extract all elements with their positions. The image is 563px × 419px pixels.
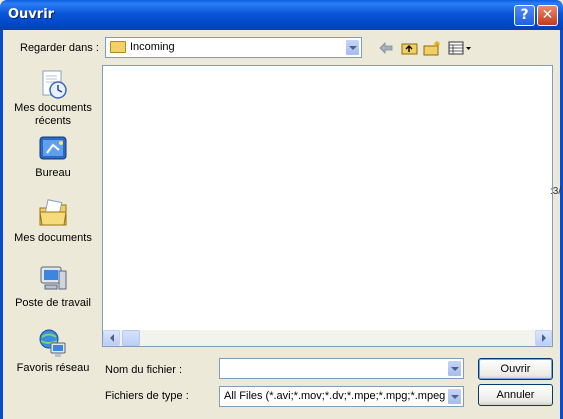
scroll-right-button[interactable] — [535, 330, 552, 346]
horizontal-scrollbar[interactable] — [103, 330, 552, 346]
filetype-dropdown-button[interactable] — [447, 388, 462, 405]
open-button[interactable]: Ouvrir — [478, 358, 553, 380]
window-frame-left — [0, 30, 3, 419]
my-computer-icon — [37, 263, 69, 295]
filename-input[interactable] — [219, 358, 464, 379]
place-recent[interactable]: Mes documents récents — [8, 68, 98, 128]
my-documents-icon — [37, 198, 69, 230]
chevron-left-icon — [109, 334, 114, 342]
window-title: Ouvrir — [8, 7, 55, 22]
place-network[interactable]: Favoris réseau — [8, 328, 98, 375]
place-mydocs[interactable]: Mes documents — [8, 198, 98, 245]
place-desktop[interactable]: Bureau — [8, 133, 98, 180]
place-network-label: Favoris réseau — [16, 362, 90, 374]
help-button[interactable]: ? — [514, 5, 535, 26]
filename-dropdown-button[interactable] — [447, 360, 462, 377]
clipped-side-text: :3/ — [550, 186, 562, 197]
filetype-value: All Files (*.avi;*.mov;*.dv;*.mpe;*.mpg;… — [224, 390, 445, 402]
folder-icon — [110, 41, 126, 53]
filetype-label: Fichiers de type : — [105, 390, 189, 402]
desktop-icon — [37, 133, 69, 165]
place-desktop-label: Bureau — [35, 167, 71, 179]
filename-label: Nom du fichier : — [105, 364, 183, 376]
close-button[interactable]: ✕ — [537, 5, 558, 26]
chevron-down-icon — [348, 45, 357, 50]
chevron-down-icon — [450, 366, 459, 371]
place-recent-label-2: récents — [34, 115, 72, 127]
view-menu-icon[interactable] — [447, 40, 473, 56]
new-folder-icon[interactable] — [423, 40, 441, 56]
lookin-combo[interactable]: Incoming — [105, 37, 362, 58]
place-recent-label-1: Mes documents — [14, 102, 92, 114]
place-computer[interactable]: Poste de travail — [8, 263, 98, 310]
recent-documents-icon — [37, 68, 69, 100]
cancel-button[interactable]: Annuler — [478, 384, 553, 406]
scroll-left-button[interactable] — [103, 330, 120, 346]
lookin-dropdown-button[interactable] — [345, 39, 360, 56]
back-arrow-icon[interactable] — [377, 40, 395, 56]
chevron-right-icon — [541, 334, 546, 342]
network-places-icon — [37, 328, 69, 360]
place-computer-label: Poste de travail — [15, 297, 91, 309]
title-bar[interactable]: Ouvrir ? ✕ — [0, 0, 563, 30]
place-mydocs-label: Mes documents — [14, 232, 92, 244]
file-list[interactable] — [102, 65, 553, 347]
lookin-value: Incoming — [130, 41, 175, 53]
scroll-thumb[interactable] — [122, 330, 140, 346]
chevron-down-icon — [450, 394, 459, 399]
filetype-select[interactable]: All Files (*.avi;*.mov;*.dv;*.mpe;*.mpg;… — [219, 386, 464, 407]
lookin-label: Regarder dans : — [20, 42, 99, 54]
folder-up-icon[interactable] — [400, 40, 418, 56]
